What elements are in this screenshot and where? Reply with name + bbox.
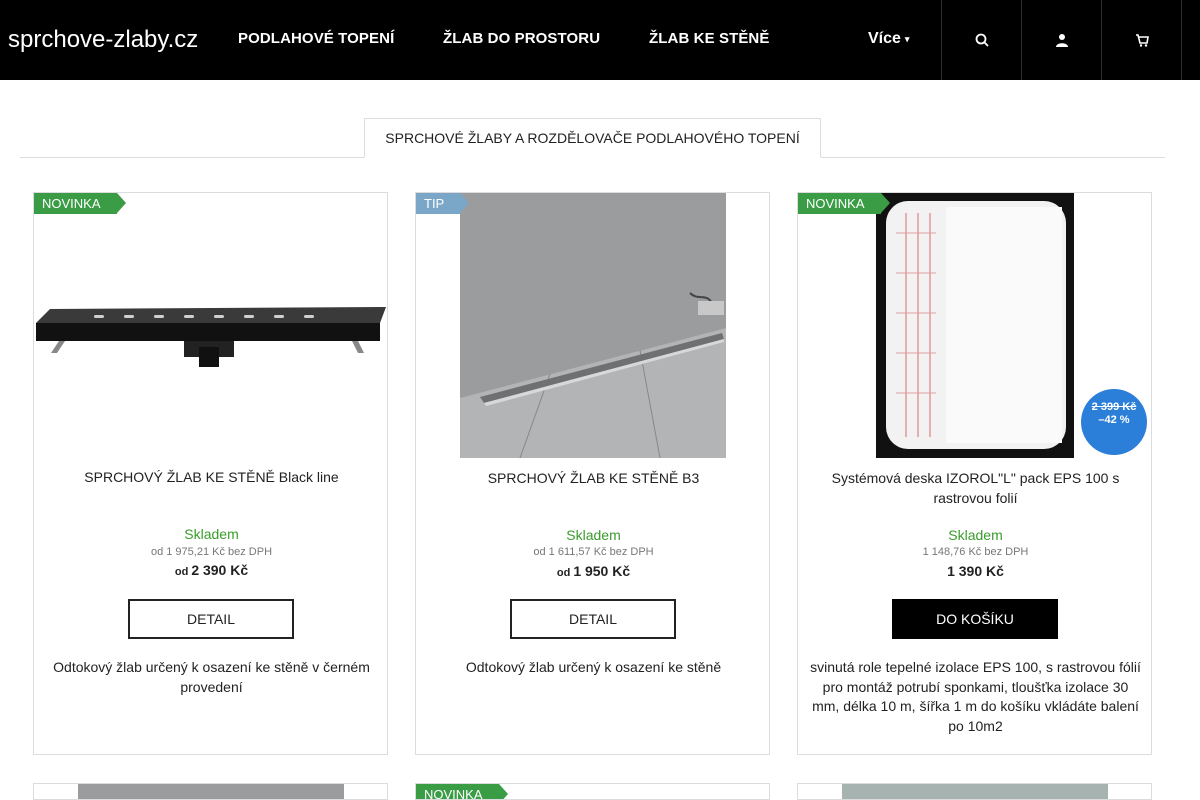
nav-item-podlahove-topeni[interactable]: PODLAHOVÉ TOPENÍ bbox=[238, 29, 394, 49]
site-header: sprchove-zlaby.cz PODLAHOVÉ TOPENÍ ŽLAB … bbox=[0, 0, 1200, 80]
price-value: 2 390 Kč bbox=[191, 562, 249, 578]
flag-new: NOVINKA bbox=[416, 784, 507, 799]
price-without-vat: 1 148,76 Kč bez DPH bbox=[922, 546, 1029, 558]
nav-item-zlab-ke-stene[interactable]: ŽLAB KE STĚNĚ bbox=[649, 29, 769, 49]
availability: Skladem bbox=[184, 526, 239, 542]
product-image[interactable] bbox=[34, 193, 387, 458]
product-card bbox=[797, 783, 1152, 800]
product-image[interactable] bbox=[78, 784, 344, 799]
flag-new: NOVINKA bbox=[798, 193, 889, 214]
availability: Skladem bbox=[566, 527, 621, 543]
shower-drain-black-illustration bbox=[34, 193, 387, 458]
discount-percent: –42 % bbox=[1098, 414, 1130, 426]
search-button[interactable] bbox=[941, 0, 1021, 80]
flag-tip: TIP bbox=[416, 193, 470, 214]
product-card: TIP SPRCHOVÝ ŽLAB KE STĚNĚ B3 Skladem od… bbox=[415, 192, 770, 755]
cart-icon bbox=[1135, 34, 1149, 47]
old-price: 2 399 Kč bbox=[1091, 401, 1137, 413]
price-prefix: od bbox=[556, 567, 571, 579]
shower-drain-tiles-photo bbox=[460, 193, 726, 458]
availability: Skladem bbox=[948, 527, 1003, 543]
site-logo[interactable]: sprchove-zlaby.cz bbox=[8, 24, 198, 56]
price-value: 1 950 Kč bbox=[573, 563, 631, 579]
chevron-down-icon: ▾ bbox=[904, 34, 910, 44]
product-image[interactable] bbox=[842, 784, 1108, 799]
more-menu-label: Více bbox=[868, 30, 901, 48]
user-account-button[interactable] bbox=[1021, 0, 1101, 80]
product-name[interactable]: SPRCHOVÝ ŽLAB KE STĚNĚ B3 bbox=[426, 468, 761, 488]
product-name[interactable]: Systémová deska IZOROL"L" pack EPS 100 s… bbox=[808, 468, 1143, 508]
product-card bbox=[33, 783, 388, 800]
flag-new: NOVINKA bbox=[34, 193, 125, 214]
product-image[interactable] bbox=[876, 193, 1074, 458]
product-description: Odtokový žlab určený k osazení ke stěně … bbox=[53, 659, 370, 695]
user-icon bbox=[1055, 34, 1068, 47]
product-card: NOVINKA bbox=[415, 783, 770, 800]
price-prefix: od bbox=[174, 566, 189, 578]
product-description: svinutá role tepelné izolace EPS 100, s … bbox=[810, 659, 1141, 734]
product-card: NOVINKA 2 399 Kč –42 % Systémová deska I… bbox=[797, 192, 1152, 755]
price-without-vat: od 1 611,57 Kč bez DPH bbox=[533, 546, 654, 558]
product-description: Odtokový žlab určený k osazení ke stěně bbox=[465, 659, 722, 675]
insulation-roll-photo bbox=[876, 193, 1074, 458]
search-icon bbox=[975, 33, 989, 47]
product-name[interactable]: SPRCHOVÝ ŽLAB KE STĚNĚ Black line bbox=[44, 467, 379, 487]
header-divider bbox=[1181, 0, 1182, 80]
product-card: NOVINKA SPRCHOVÝ ŽLAB KE STĚNĚ Black lin… bbox=[33, 192, 388, 755]
product-price: od 2 390 Kč bbox=[34, 561, 389, 581]
product-price: od 1 950 Kč bbox=[416, 562, 771, 582]
discount-badge: 2 399 Kč –42 % bbox=[1081, 389, 1147, 455]
add-to-cart-button[interactable]: DO KOŠÍKU bbox=[892, 599, 1058, 639]
price-without-vat: od 1 975,21 Kč bez DPH bbox=[150, 546, 273, 558]
product-image[interactable] bbox=[460, 193, 726, 458]
detail-button[interactable]: DETAIL bbox=[510, 599, 676, 639]
detail-button[interactable]: DETAIL bbox=[128, 599, 294, 639]
tab-category[interactable]: SPRCHOVÉ ŽLABY A ROZDĚLOVAČE PODLAHOVÉHO… bbox=[364, 118, 821, 158]
nav-item-zlab-do-prostoru[interactable]: ŽLAB DO PROSTORU bbox=[443, 29, 600, 49]
product-price: 1 390 Kč bbox=[947, 563, 1004, 579]
more-menu-button[interactable]: Více ▾ bbox=[868, 29, 909, 49]
cart-button[interactable] bbox=[1101, 0, 1181, 80]
